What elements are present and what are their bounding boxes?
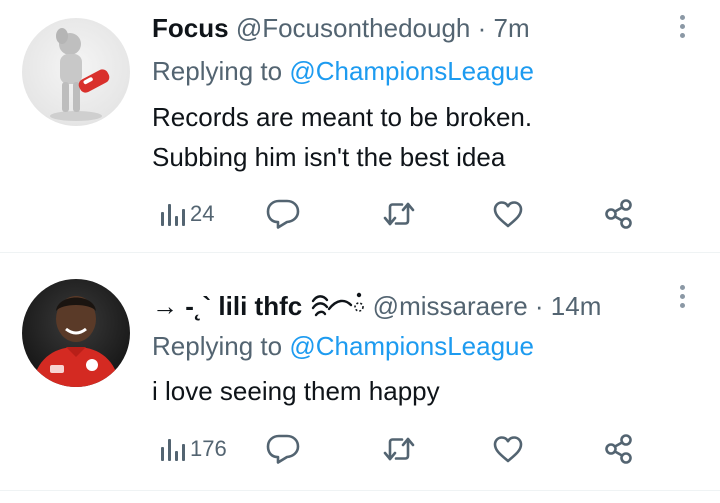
views-button[interactable]: 24 xyxy=(158,194,214,234)
replying-prefix: Replying to xyxy=(152,56,290,86)
heart-icon xyxy=(493,436,523,463)
reply-button[interactable] xyxy=(266,429,300,469)
replying-to: Replying to @ChampionsLeague xyxy=(152,55,534,87)
wave-icon xyxy=(312,292,365,317)
share-icon xyxy=(605,434,632,464)
share-button[interactable] xyxy=(604,194,634,234)
more-options-icon[interactable] xyxy=(676,285,688,312)
user-handle[interactable]: @missaraere xyxy=(373,291,528,321)
tweet-text: Records are meant to be broken. Subbing … xyxy=(152,97,532,177)
reply-icon xyxy=(266,434,300,464)
tweet-actions: 176 xyxy=(152,429,672,469)
divider xyxy=(0,490,720,491)
reply-button[interactable] xyxy=(266,194,300,234)
replying-to: Replying to @ChampionsLeague xyxy=(152,330,534,362)
view-count: 24 xyxy=(190,201,215,226)
avatar[interactable] xyxy=(22,18,130,126)
retweet-button[interactable] xyxy=(382,429,416,469)
display-name[interactable]: Focus xyxy=(152,13,229,43)
separator-dot: · xyxy=(477,13,487,43)
timestamp[interactable]: 7m xyxy=(494,13,530,43)
reply-icon xyxy=(266,199,300,229)
like-button[interactable] xyxy=(492,429,524,469)
tweet[interactable]: → -˛` lili thfc @missaraere · 14m Replyi… xyxy=(0,253,720,490)
retweet-icon xyxy=(383,202,415,226)
tweet-header: → -˛` lili thfc @missaraere · 14m xyxy=(152,287,601,322)
analytics-icon xyxy=(161,204,185,226)
tweet-text: i love seeing them happy xyxy=(152,371,440,411)
timestamp[interactable]: 14m xyxy=(551,291,602,321)
view-count: 176 xyxy=(190,436,227,461)
tweet-text-line: i love seeing them happy xyxy=(152,376,440,406)
avatar[interactable] xyxy=(22,279,130,387)
tweet-actions: 24 xyxy=(152,194,672,234)
replying-prefix: Replying to xyxy=(152,331,290,361)
mention-link[interactable]: @ChampionsLeague xyxy=(289,56,534,86)
share-icon xyxy=(605,199,632,229)
tweet-text-line: Subbing him isn't the best idea xyxy=(152,142,506,172)
analytics-icon xyxy=(161,439,185,461)
separator-dot: · xyxy=(534,291,544,321)
views-button[interactable]: 176 xyxy=(158,429,227,469)
retweet-button[interactable] xyxy=(382,194,416,234)
user-handle[interactable]: @Focusonthedough xyxy=(236,13,471,43)
toy-figure-icon xyxy=(50,28,110,121)
retweet-icon xyxy=(383,437,415,461)
more-options-icon[interactable] xyxy=(676,15,688,42)
tweet-text-line: Records are meant to be broken. xyxy=(152,102,533,132)
mention-link[interactable]: @ChampionsLeague xyxy=(289,331,534,361)
share-button[interactable] xyxy=(604,429,634,469)
heart-icon xyxy=(493,201,523,228)
player-photo-icon xyxy=(32,296,120,387)
tweet-header: Focus @Focusonthedough · 7m xyxy=(152,12,530,44)
tweet[interactable]: Focus @Focusonthedough · 7m Replying to … xyxy=(0,0,720,252)
like-button[interactable] xyxy=(492,194,524,234)
display-name[interactable]: → -˛` lili thfc xyxy=(152,291,302,321)
